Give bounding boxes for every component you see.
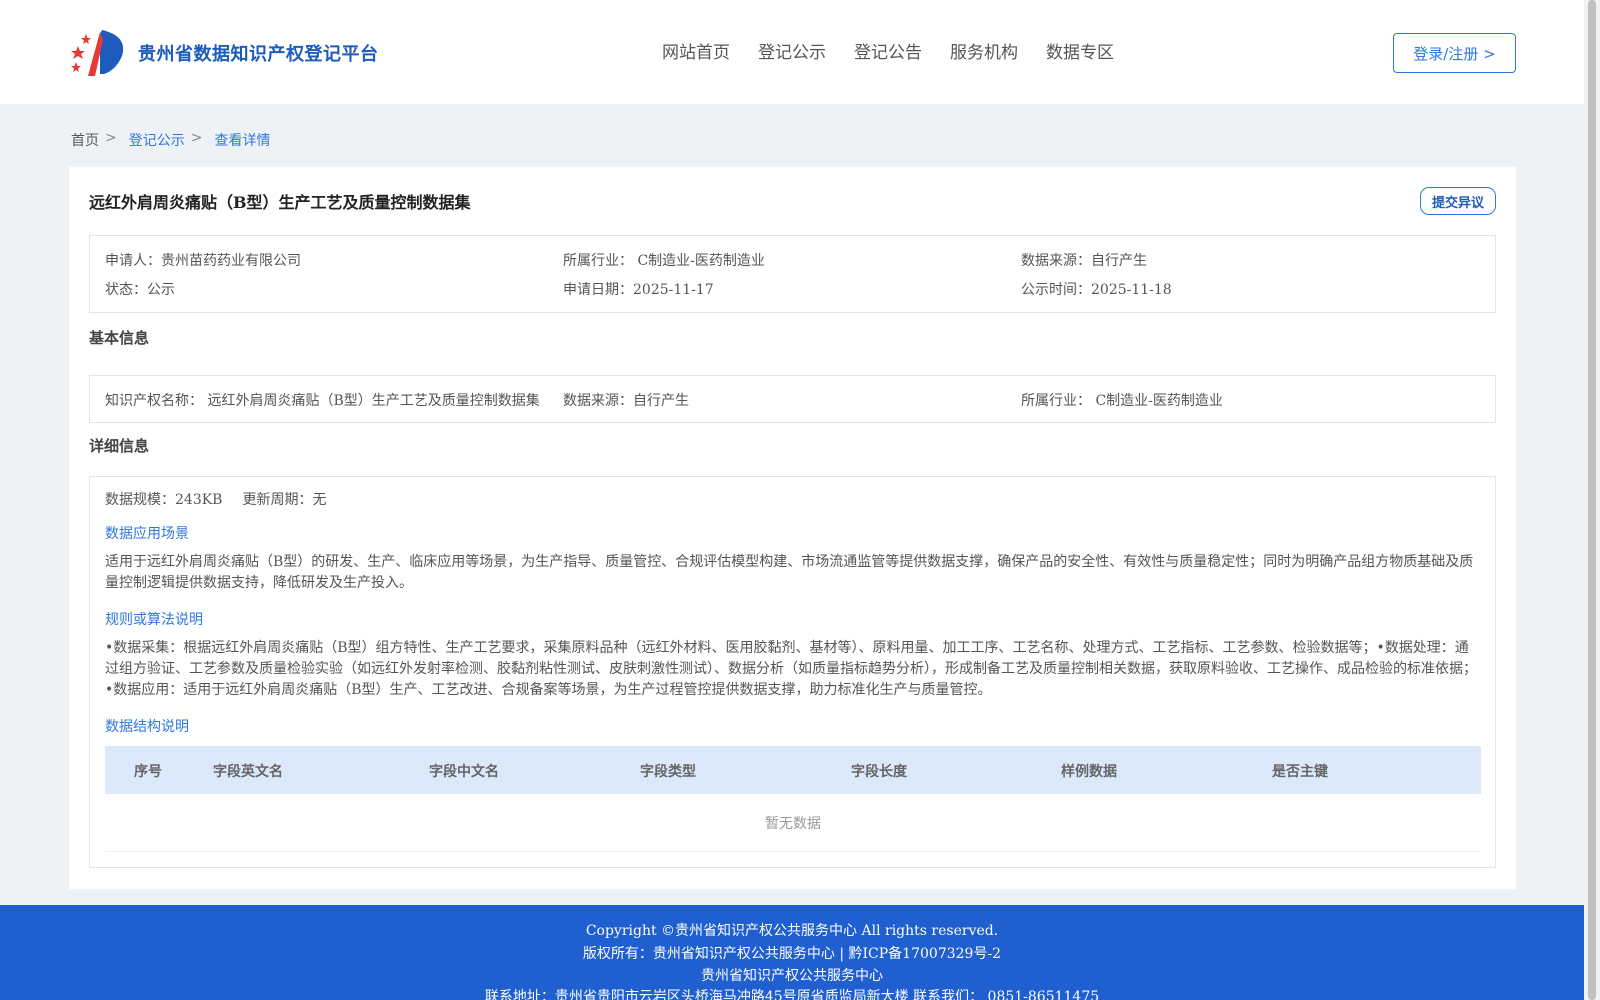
table-header-cell: 序号 <box>134 764 162 780</box>
data-source: 数据来源：自行产生 <box>1021 253 1147 269</box>
detail-info-title: 详细信息 <box>89 437 150 455</box>
structure-title: 数据结构说明 <box>105 719 189 735</box>
ip-name: 知识产权名称： 远红外肩周炎痛贴（B型）生产工艺及质量控制数据集 <box>105 393 540 409</box>
page-title: 远红外肩周炎痛贴（B型）生产工艺及质量控制数据集 <box>89 193 471 212</box>
table-header: 序号 字段英文名 字段中文名 字段类型 字段长度 样例数据 是否主键 <box>105 746 1481 794</box>
basic-info-box: 知识产权名称： 远红外肩周炎痛贴（B型）生产工艺及质量控制数据集 数据来源：自行… <box>89 375 1496 423</box>
scenario-text: 适用于远红外肩周炎痛贴（B型）的研发、生产、临床应用等场景，为生产指导、质量管控… <box>105 554 1474 591</box>
submit-objection-button[interactable]: 提交异议 <box>1420 187 1496 215</box>
basic-info-title: 基本信息 <box>89 329 150 347</box>
apply-date: 申请日期：2025-11-17 <box>563 282 714 298</box>
nav-item-announcement[interactable]: 登记公告 <box>854 38 922 63</box>
login-register-button[interactable]: 登录/注册 > <box>1393 33 1516 73</box>
status: 状态：公示 <box>105 282 175 298</box>
update-cycle: 更新周期：无 <box>242 492 327 508</box>
rules-title: 规则或算法说明 <box>105 612 203 628</box>
site-footer: Copyright ©贵州省知识产权公共服务中心 All rights rese… <box>0 905 1584 1000</box>
nav-item-service-org[interactable]: 服务机构 <box>950 38 1018 63</box>
summary-box: 申请人：贵州苗药药业有限公司 所属行业： C制造业-医药制造业 数据来源：自行产… <box>89 235 1496 313</box>
table-empty-text: 暂无数据 <box>105 794 1481 852</box>
industry: 所属行业： C制造业-医药制造业 <box>563 253 765 269</box>
detail-card: 远红外肩周炎痛贴（B型）生产工艺及质量控制数据集 提交异议 申请人：贵州苗药药业… <box>69 167 1516 889</box>
breadcrumb-separator: > <box>105 130 117 146</box>
detail-info-box: 数据规模：243KB 更新周期：无 数据应用场景 适用于远红外肩周炎痛贴（B型）… <box>89 476 1496 868</box>
table-header-cell: 是否主键 <box>1272 764 1328 780</box>
breadcrumb-publicity[interactable]: 登记公示 <box>129 130 185 150</box>
basic-data-source: 数据来源：自行产生 <box>563 393 689 409</box>
scenario-title: 数据应用场景 <box>105 526 189 542</box>
nav-item-home[interactable]: 网站首页 <box>662 38 730 63</box>
site-logo-icon[interactable] <box>70 26 130 78</box>
publish-date: 公示时间：2025-11-18 <box>1021 282 1172 298</box>
table-header-cell: 字段类型 <box>640 764 696 780</box>
applicant: 申请人：贵州苗药药业有限公司 <box>105 253 301 269</box>
footer-owner: 版权所有：贵州省知识产权公共服务中心 | 黔ICP备17007329号-2 <box>582 946 1002 962</box>
data-structure-table: 序号 字段英文名 字段中文名 字段类型 字段长度 样例数据 是否主键 暂无数据 <box>105 746 1481 852</box>
basic-industry: 所属行业： C制造业-医药制造业 <box>1021 393 1223 409</box>
breadcrumb-home[interactable]: 首页 <box>71 130 99 150</box>
breadcrumb-current: 查看详情 <box>214 133 271 149</box>
nav-item-publicity[interactable]: 登记公示 <box>758 38 826 63</box>
rules-text: •数据采集：根据远红外肩周炎痛贴（B型）组方特性、生产工艺要求，采集原料品种（远… <box>105 640 1477 698</box>
main-nav: 网站首页 登记公示 登记公告 服务机构 数据专区 <box>662 38 1114 63</box>
breadcrumb-separator: > <box>190 130 203 146</box>
footer-copyright: Copyright ©贵州省知识产权公共服务中心 All rights rese… <box>585 923 999 939</box>
scrollbar-thumb[interactable] <box>1588 0 1596 1000</box>
table-header-cell: 字段长度 <box>851 764 907 780</box>
data-scale: 数据规模：243KB <box>105 492 223 508</box>
page-scrollbar[interactable] <box>1584 0 1600 1000</box>
nav-item-data-zone[interactable]: 数据专区 <box>1046 38 1114 63</box>
site-name[interactable]: 贵州省数据知识产权登记平台 <box>138 40 379 66</box>
table-header-cell: 样例数据 <box>1061 764 1117 780</box>
table-header-cell: 字段英文名 <box>213 764 283 780</box>
table-header-cell: 字段中文名 <box>429 764 499 780</box>
breadcrumb: 首页 > 登记公示 > 查看详情 <box>71 130 270 150</box>
footer-contact: 联系地址：贵州省贵阳市云岩区头桥海马冲路45号原省质监局新大楼 联系我们： 08… <box>484 989 1100 1000</box>
site-header: 贵州省数据知识产权登记平台 网站首页 登记公示 登记公告 服务机构 数据专区 登… <box>0 0 1584 104</box>
footer-org: 贵州省知识产权公共服务中心 <box>701 968 883 984</box>
